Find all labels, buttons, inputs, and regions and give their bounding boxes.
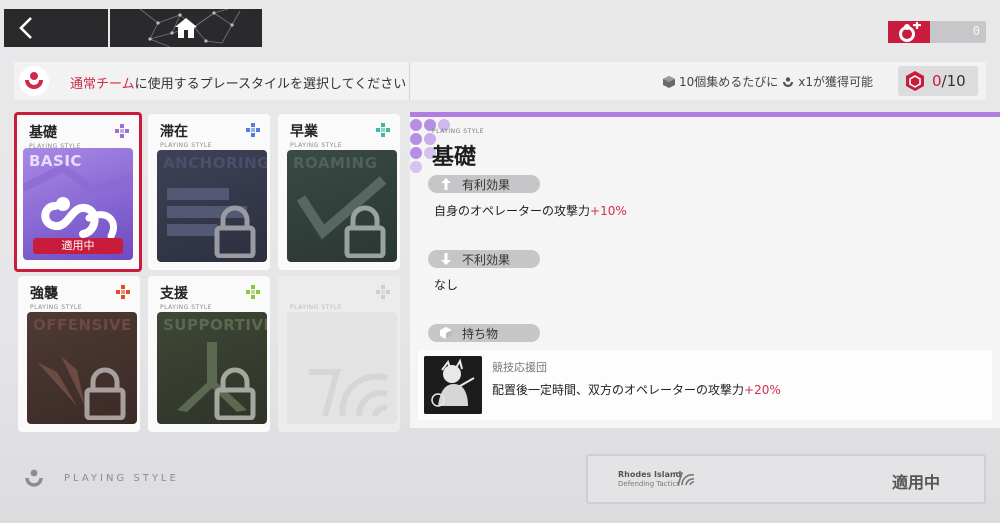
card-subtitle: PLAYING STYLE: [30, 304, 82, 311]
playing-style-grid: 基礎 PLAYING STYLE BASIC 適用中 滞在 PLAYING ST…: [14, 112, 409, 432]
collect-text-post: x1が獲得可能: [798, 75, 874, 89]
team-icon: [19, 66, 49, 96]
style-card-supportive[interactable]: 支援 PLAYING STYLE SUPPORTIVE: [148, 276, 270, 432]
collect-info: 10個集めるたびに x1が獲得可能: [662, 73, 873, 90]
style-tag-icon: [376, 285, 390, 299]
style-tag-icon: [376, 123, 390, 137]
card-art: BASIC 適用中: [23, 148, 133, 260]
style-tag-icon: [116, 285, 130, 299]
instruction-text: 通常チームに使用するプレースタイルを選択してください: [70, 73, 406, 92]
disadvantage-effect: なし: [434, 278, 459, 292]
home-button[interactable]: [110, 9, 262, 47]
card-art: ANCHORING: [157, 150, 267, 262]
detail-small-label: PLAYING STYLE: [432, 128, 484, 135]
card-subtitle: PLAYING STYLE: [160, 142, 212, 149]
collect-text-pre: 10個集めるたびに: [679, 75, 779, 89]
item-thumbnail: [424, 356, 482, 414]
arrow-up-icon: [438, 178, 454, 190]
lock-icon: [214, 205, 256, 258]
card-subtitle: PLAYING STYLE: [290, 142, 342, 149]
item-description: 配置後一定時間、双方のオペレーターの攻撃力+20%: [492, 381, 781, 398]
card-name: 強襲: [30, 286, 58, 302]
disadvantage-pill: 不利効果: [428, 250, 540, 268]
rhodes-island-brand: Rhodes Island Defending Tactics: [618, 470, 681, 489]
apply-button[interactable]: Rhodes Island Defending Tactics 適用中: [586, 454, 986, 504]
accent-bar: [410, 112, 1000, 117]
style-card-basic[interactable]: 基礎 PLAYING STYLE BASIC 適用中: [14, 112, 142, 272]
collection-counter: 0/10: [898, 66, 978, 96]
brand-line2: Defending Tactics: [618, 480, 680, 488]
card-name: 基礎: [29, 125, 57, 141]
applied-badge: 適用中: [33, 238, 123, 254]
team-icon: [25, 469, 43, 487]
hexagon-token-icon: [906, 71, 924, 91]
team-highlight: 通常チーム: [70, 77, 135, 92]
item-pill: 持ち物: [428, 324, 540, 342]
lock-icon: [84, 367, 126, 420]
card-name: 早業: [290, 124, 318, 140]
style-card-offensive[interactable]: 強襲 PLAYING STYLE OFFENSIVE: [18, 276, 140, 432]
style-card-empty: PLAYING STYLE: [278, 276, 400, 432]
home-icon: [175, 18, 197, 38]
back-arrow-icon: [19, 17, 32, 39]
top-bar: 0: [0, 0, 1000, 52]
bottom-label-area: PLAYING STYLE: [22, 466, 179, 490]
detail-title: 基礎: [432, 145, 477, 170]
style-tag-icon: [115, 124, 129, 138]
style-card-roaming[interactable]: 早業 PLAYING STYLE ROAMING: [278, 114, 400, 270]
card-art: [287, 312, 397, 424]
card-subtitle: PLAYING STYLE: [290, 304, 342, 311]
counter-current: 0: [932, 72, 942, 90]
card-name: 滞在: [160, 124, 188, 140]
info-strip: 通常チームに使用するプレースタイルを選択してください 10個集めるたびに x1が…: [14, 62, 986, 100]
item-desc-text: 配置後一定時間、双方のオペレーターの攻撃力: [492, 383, 745, 397]
divider: [409, 62, 410, 100]
advantage-value: +10%: [590, 204, 627, 218]
brand-line1: Rhodes Island: [618, 470, 682, 479]
style-detail-panel: PLAYING STYLE 基礎 有利効果 自身のオペレーターの攻撃力+10% …: [410, 112, 1000, 428]
currency-display: 0: [888, 21, 986, 43]
rhodes-logo-icon: [309, 369, 388, 417]
card-art: OFFENSIVE: [27, 312, 137, 424]
arrow-down-icon: [438, 253, 454, 265]
instruction-rest: に使用するプレースタイルを選択してください: [134, 77, 407, 92]
advantage-effect: 自身のオペレーターの攻撃力+10%: [434, 202, 627, 219]
rhodes-logo-icon: [674, 472, 694, 486]
card-name: 支援: [160, 286, 188, 302]
team-token-icon: [783, 76, 794, 87]
currency-value: 0: [972, 24, 980, 38]
back-button[interactable]: [4, 9, 108, 47]
item-name: 競技応援団: [492, 361, 547, 374]
cube-icon: [663, 75, 675, 88]
disadvantage-label: 不利効果: [462, 252, 511, 267]
lock-icon: [344, 205, 386, 258]
advantage-label: 有利効果: [462, 177, 511, 192]
counter-total: /10: [941, 72, 966, 90]
advantage-pill: 有利効果: [428, 175, 540, 193]
card-art: SUPPORTIVE: [157, 312, 267, 424]
style-tag-icon: [246, 123, 260, 137]
card-subtitle: PLAYING STYLE: [160, 304, 212, 311]
item-desc-value: +20%: [744, 383, 781, 397]
team-token-icon: [888, 21, 930, 43]
cheer-squad-icon: [424, 356, 482, 414]
item-label: 持ち物: [462, 326, 499, 341]
style-tag-icon: [246, 285, 260, 299]
apply-button-label: 適用中: [891, 473, 940, 492]
bottom-label: PLAYING STYLE: [64, 472, 179, 484]
style-card-anchoring[interactable]: 滞在 PLAYING STYLE ANCHORING: [148, 114, 270, 270]
card-art: ROAMING: [287, 150, 397, 262]
item-row: 競技応援団 配置後一定時間、双方のオペレーターの攻撃力+20%: [418, 350, 992, 420]
cube-icon: [438, 327, 454, 339]
advantage-text: 自身のオペレーターの攻撃力: [434, 204, 591, 218]
lock-icon: [214, 367, 256, 420]
